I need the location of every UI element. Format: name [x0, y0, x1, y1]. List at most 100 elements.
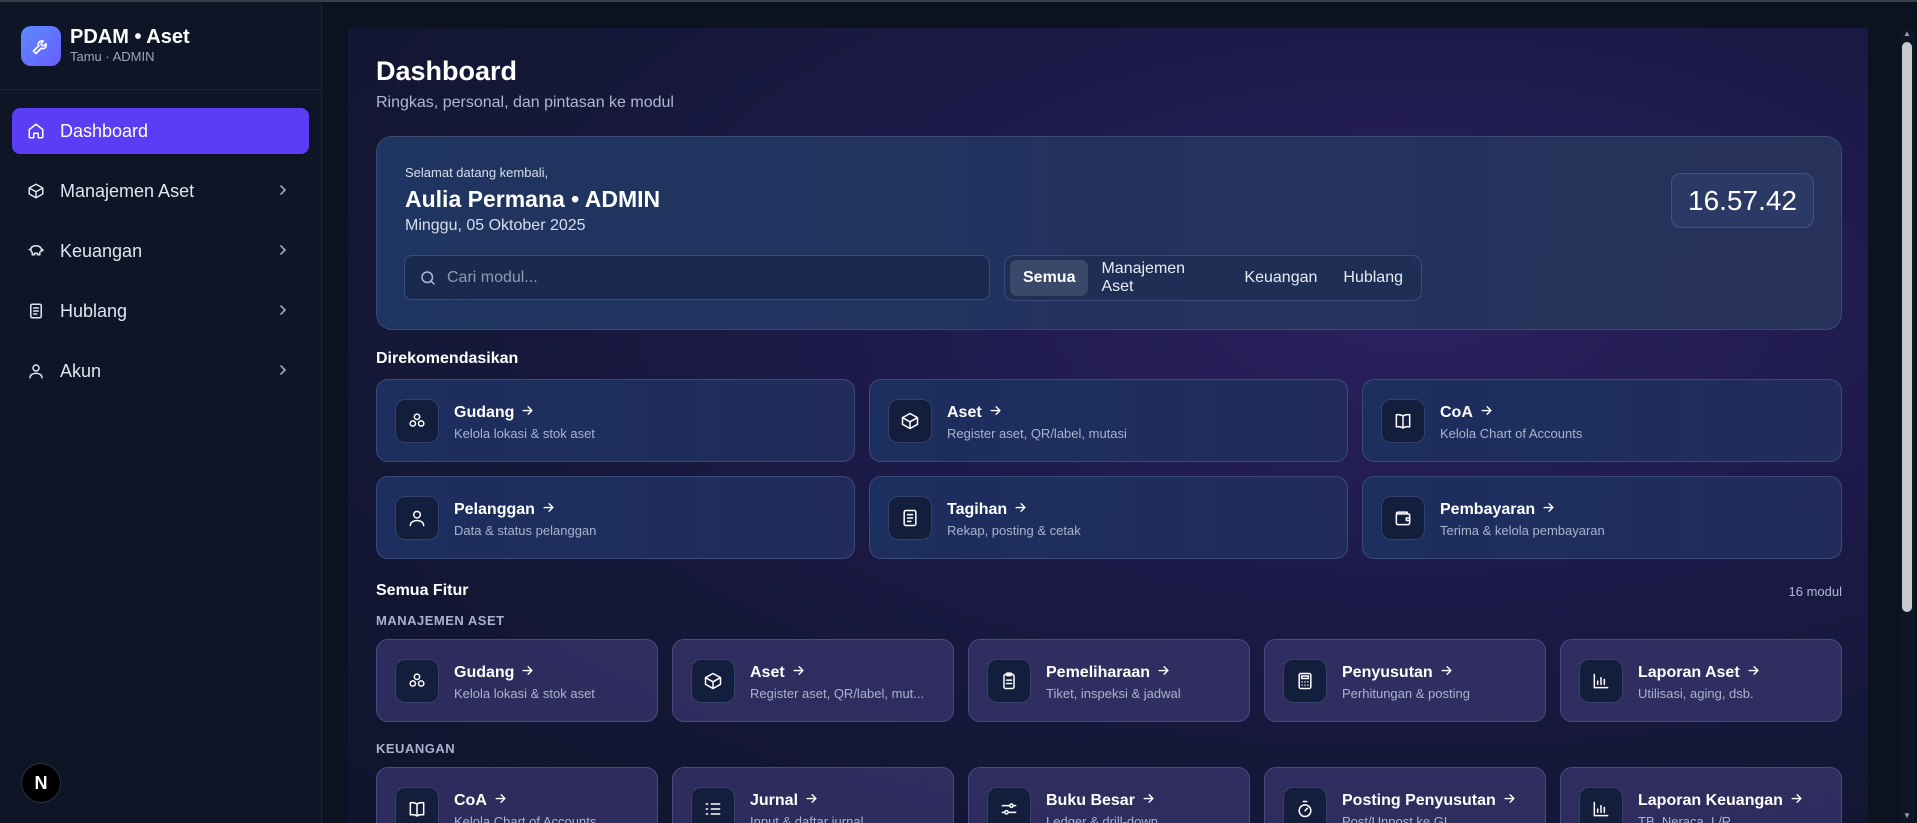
- feature-card-penyusutan[interactable]: Penyusutan Perhitungan & posting: [1264, 639, 1546, 722]
- feature-card-coa[interactable]: CoA Kelola Chart of Accounts: [376, 767, 658, 823]
- scroll-up-icon[interactable]: ▲: [1903, 30, 1911, 38]
- filter-semua[interactable]: Semua: [1010, 260, 1089, 296]
- brand[interactable]: PDAM • Aset Tamu · ADMIN: [0, 2, 321, 90]
- filter-keuangan[interactable]: Keuangan: [1231, 260, 1330, 296]
- card-title: CoA: [1440, 403, 1494, 422]
- filter-manajemen-aset[interactable]: Manajemen Aset: [1088, 260, 1231, 296]
- sidebar-item-label: Dashboard: [60, 120, 149, 141]
- card-title: Laporan Keuangan: [1638, 791, 1804, 810]
- card-title: Pembayaran: [1440, 500, 1556, 519]
- sidebar-item-label: Keuangan: [60, 240, 143, 261]
- arrow-right-icon: [543, 503, 554, 512]
- card-desc: Register aset, QR/label, mut...: [750, 686, 925, 701]
- feature-card-laporan-aset[interactable]: Laporan Aset Utilisasi, aging, dsb.: [1560, 639, 1842, 722]
- arrow-right-icon: [1504, 794, 1515, 803]
- card-desc: Register aset, QR/label, mutasi: [947, 426, 1127, 441]
- recommended-card-pelanggan[interactable]: Pelanggan Data & status pelanggan: [376, 476, 855, 559]
- card-title: Buku Besar: [1046, 791, 1156, 810]
- card-desc: Kelola Chart of Accounts: [1440, 426, 1583, 441]
- feature-card-laporan-keuangan[interactable]: Laporan Keuangan TB, Neraca, L/R: [1560, 767, 1842, 823]
- scroll-down-icon[interactable]: ▼: [1903, 812, 1911, 820]
- card-title: Pelanggan: [454, 500, 556, 519]
- category-filter: Semua Manajemen Aset Keuangan Hublang: [1004, 255, 1422, 301]
- framework-badge[interactable]: N: [21, 763, 61, 803]
- sidebar-item-label: Akun: [60, 360, 102, 381]
- chevron-right-icon: [280, 365, 287, 375]
- sidebar-item-dashboard[interactable]: Dashboard: [12, 108, 309, 154]
- wrench-icon: [21, 25, 61, 66]
- filter-hublang[interactable]: Hublang: [1330, 260, 1416, 296]
- card-title: Posting Penyusutan: [1342, 791, 1517, 810]
- recommended-card-tagihan[interactable]: Tagihan Rekap, posting & cetak: [869, 476, 1348, 559]
- card-desc: Utilisasi, aging, dsb.: [1638, 686, 1754, 701]
- card-desc: Terima & kelola pembayaran: [1440, 523, 1605, 538]
- welcome-text: Selamat datang kembali,: [405, 165, 549, 180]
- feature-card-buku-besar[interactable]: Buku Besar Ledger & drill-down: [968, 767, 1250, 823]
- sidebar: PDAM • Aset Tamu · ADMIN Dashboard Manaj…: [0, 2, 322, 823]
- recommended-card-aset[interactable]: Aset Register aset, QR/label, mutasi: [869, 379, 1348, 462]
- all-features-title: Semua Fitur: [376, 582, 469, 599]
- feature-card-aset[interactable]: Aset Register aset, QR/label, mut...: [672, 639, 954, 722]
- card-desc: Post/Unpost ke GL: [1342, 814, 1452, 823]
- bar-chart-icon: [1579, 659, 1623, 703]
- arrow-right-icon: [1158, 666, 1169, 675]
- search-input[interactable]: [447, 268, 967, 287]
- list-icon: [691, 787, 735, 823]
- scroll-thumb[interactable]: [1902, 42, 1912, 612]
- warehouse-icon: [395, 659, 439, 703]
- sidebar-item-hublang[interactable]: Hublang: [12, 288, 309, 334]
- main-content: Dashboard Ringkas, personal, dan pintasa…: [348, 28, 1868, 823]
- recommended-card-coa[interactable]: CoA Kelola Chart of Accounts: [1362, 379, 1842, 462]
- bar-chart-icon: [1579, 787, 1623, 823]
- brand-title: PDAM • Aset: [70, 26, 190, 48]
- document-icon: [26, 301, 46, 321]
- sidebar-item-manajemen-aset[interactable]: Manajemen Aset: [12, 168, 309, 214]
- chevron-right-icon: [280, 245, 287, 255]
- box-icon: [691, 659, 735, 703]
- feature-card-posting-penyusutan[interactable]: Posting Penyusutan Post/Unpost ke GL: [1264, 767, 1546, 823]
- timer-icon: [1283, 787, 1327, 823]
- user-name: Aulia Permana • ADMIN: [405, 186, 661, 212]
- card-title: Pemeliharaan: [1046, 663, 1171, 682]
- piggy-bank-icon: [26, 241, 46, 261]
- card-title: Tagihan: [947, 500, 1028, 519]
- module-search[interactable]: [404, 255, 990, 300]
- arrow-right-icon: [522, 406, 534, 415]
- wallet-icon: [1381, 496, 1425, 540]
- card-desc: Data & status pelanggan: [454, 523, 597, 538]
- arrow-right-icon: [1791, 794, 1802, 803]
- card-title: Gudang: [454, 403, 535, 422]
- welcome-panel: Selamat datang kembali, Aulia Permana • …: [376, 136, 1842, 330]
- box-icon: [888, 399, 932, 443]
- sidebar-item-keuangan[interactable]: Keuangan: [12, 228, 309, 274]
- card-title: Gudang: [454, 663, 535, 682]
- sidebar-item-akun[interactable]: Akun: [12, 348, 309, 394]
- card-desc: Rekap, posting & cetak: [947, 523, 1081, 538]
- recommended-card-pembayaran[interactable]: Pembayaran Terima & kelola pembayaran: [1362, 476, 1842, 559]
- card-desc: Perhitungan & posting: [1342, 686, 1470, 701]
- arrow-right-icon: [1481, 406, 1492, 415]
- arrow-right-icon: [495, 794, 506, 803]
- card-title: Jurnal: [750, 791, 819, 810]
- page-title: Dashboard: [376, 56, 518, 86]
- arrow-right-icon: [806, 794, 817, 803]
- card-desc: Tiket, inspeksi & jadwal: [1046, 686, 1181, 701]
- home-icon: [26, 121, 46, 141]
- card-desc: Kelola lokasi & stok aset: [454, 426, 595, 441]
- feature-card-gudang[interactable]: Gudang Kelola lokasi & stok aset: [376, 639, 658, 722]
- card-desc: Kelola lokasi & stok aset: [454, 686, 595, 701]
- brand-subtitle: Tamu · ADMIN: [70, 49, 155, 64]
- sidebar-item-label: Hublang: [60, 300, 128, 321]
- arrow-right-icon: [1143, 794, 1154, 803]
- card-title: Aset: [947, 403, 1003, 422]
- clock: 16.57.42: [1671, 173, 1814, 228]
- arrow-right-icon: [1441, 666, 1452, 675]
- feature-card-pemeliharaan[interactable]: Pemeliharaan Tiket, inspeksi & jadwal: [968, 639, 1250, 722]
- search-icon: [421, 270, 435, 285]
- arrow-right-icon: [522, 666, 534, 675]
- book-icon: [1381, 399, 1425, 443]
- page-scrollbar[interactable]: ▲ ▼: [1900, 28, 1914, 823]
- feature-card-jurnal[interactable]: Jurnal Input & daftar jurnal: [672, 767, 954, 823]
- recommended-card-gudang[interactable]: Gudang Kelola lokasi & stok aset: [376, 379, 855, 462]
- sliders-icon: [987, 787, 1031, 823]
